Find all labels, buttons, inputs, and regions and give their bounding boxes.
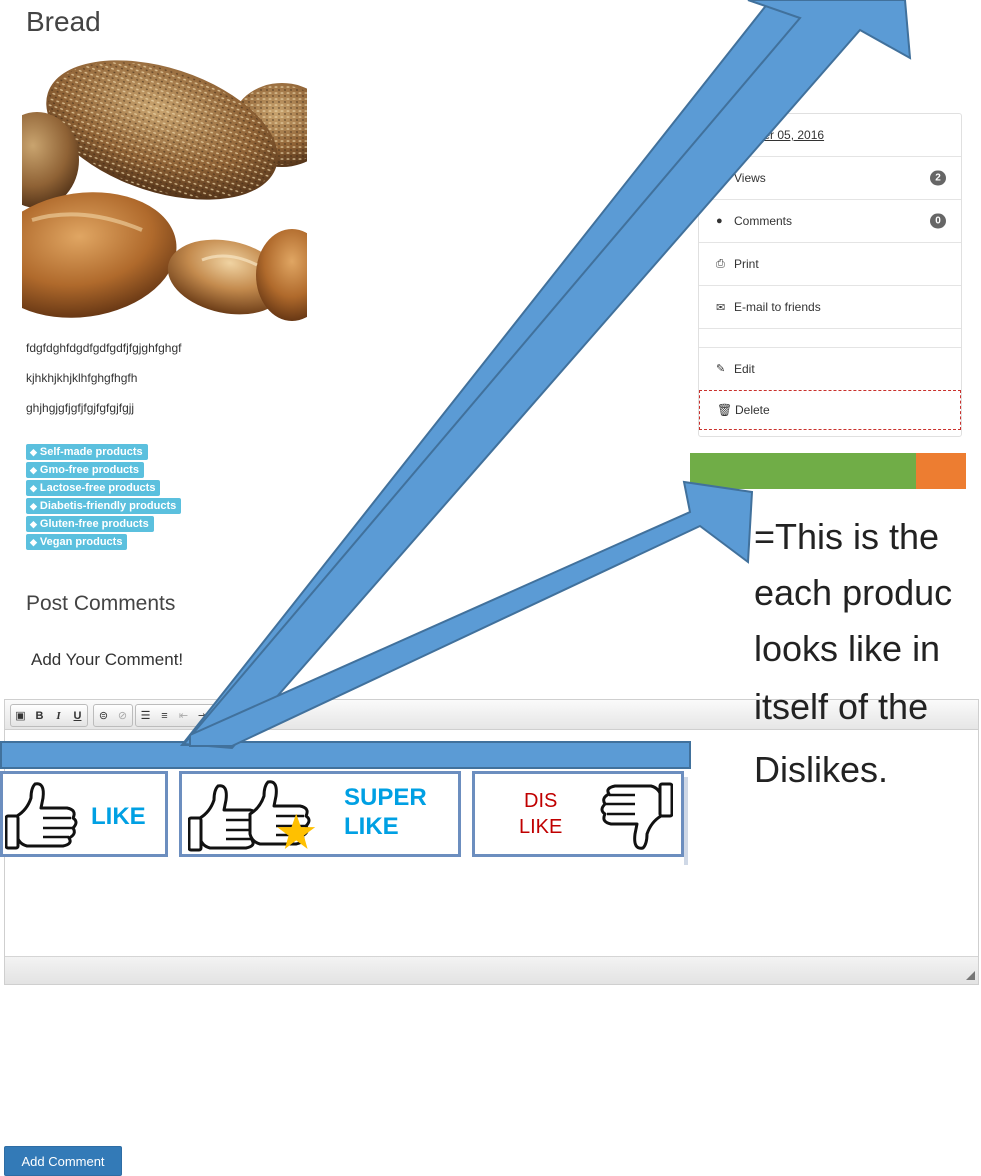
annotation-arrows bbox=[179, 0, 912, 750]
add-comment-button[interactable]: Add Comment bbox=[4, 1146, 122, 1176]
